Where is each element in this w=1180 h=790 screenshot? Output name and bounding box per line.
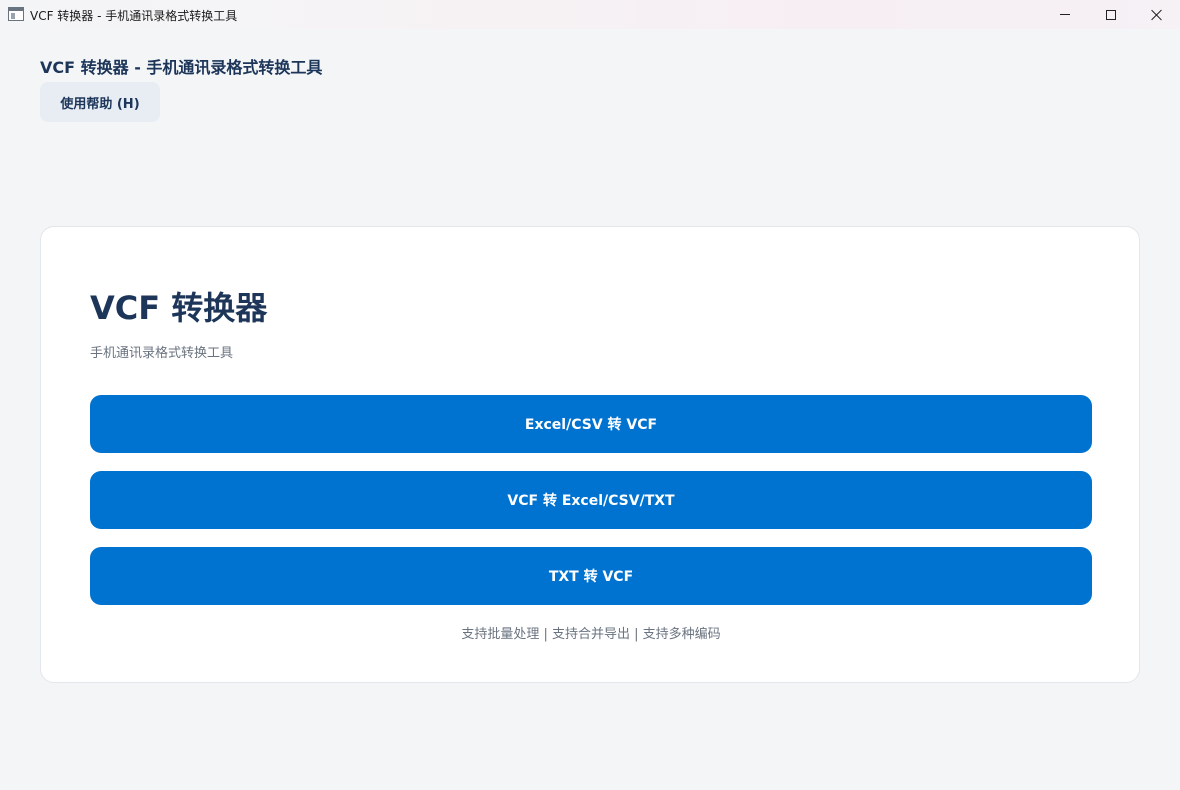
close-button[interactable] — [1134, 0, 1180, 29]
page-title: VCF 转换器 — [90, 289, 268, 327]
minimize-icon — [1060, 14, 1070, 15]
help-button[interactable]: 使用帮助 (H) — [40, 82, 160, 122]
page-subtitle: 手机通讯录格式转换工具 — [90, 346, 234, 361]
txt-to-vcf-button[interactable]: TXT 转 VCF — [90, 547, 1092, 605]
minimize-button[interactable] — [1042, 0, 1088, 29]
main-card: VCF 转换器 手机通讯录格式转换工具 Excel/CSV 转 VCF VCF … — [40, 226, 1140, 683]
window-titlebar: VCF 转换器 - 手机通讯录格式转换工具 — [0, 0, 1180, 29]
maximize-button[interactable] — [1088, 0, 1134, 29]
window-title: VCF 转换器 - 手机通讯录格式转换工具 — [30, 9, 238, 23]
header-title: VCF 转换器 - 手机通讯录格式转换工具 — [40, 58, 323, 77]
features-text: 支持批量处理 | 支持合并导出 | 支持多种编码 — [461, 627, 721, 642]
app-window-icon — [8, 7, 24, 21]
vcf-to-excel-csv-txt-button[interactable]: VCF 转 Excel/CSV/TXT — [90, 471, 1092, 529]
maximize-icon — [1106, 9, 1116, 20]
close-icon — [1151, 9, 1163, 21]
excel-csv-to-vcf-button[interactable]: Excel/CSV 转 VCF — [90, 395, 1092, 453]
